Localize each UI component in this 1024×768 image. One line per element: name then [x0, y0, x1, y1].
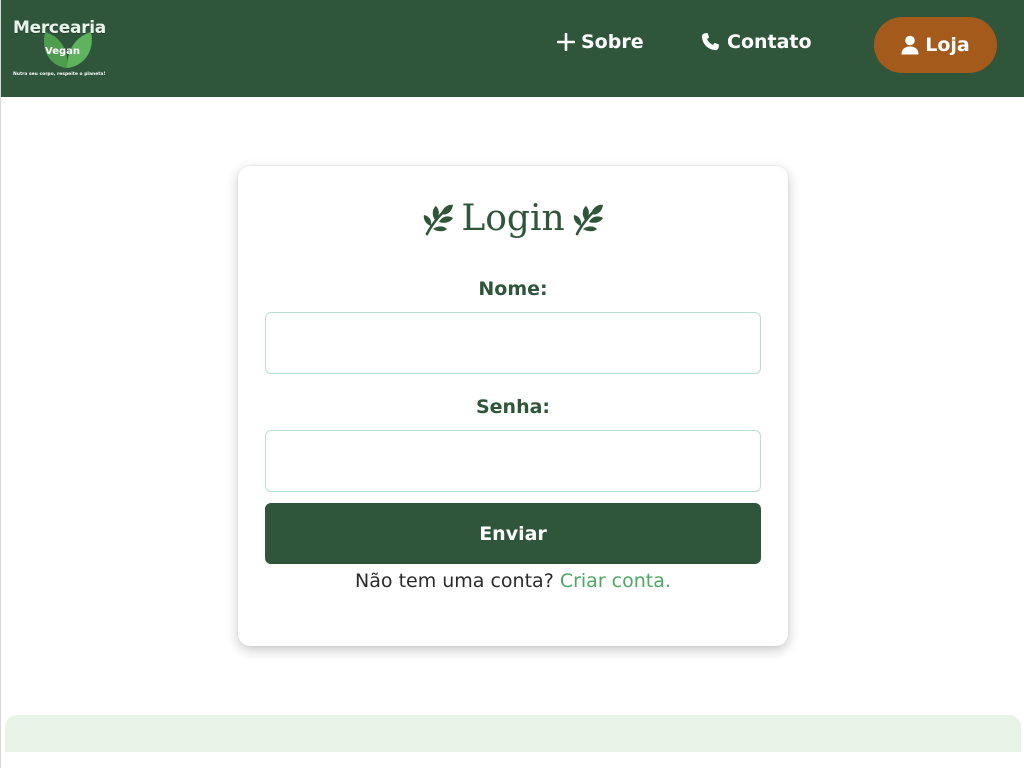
create-account-link[interactable]: Criar conta. [560, 570, 671, 592]
nav-sobre-link[interactable]: Sobre [557, 31, 644, 53]
logo-subtitle: Vegan [45, 46, 80, 57]
leaf-icon [571, 202, 605, 236]
phone-icon [699, 31, 721, 53]
login-title-row: Login [238, 198, 788, 239]
nav-loja-button[interactable]: Loja [874, 17, 997, 73]
logo-title: Mercearia [13, 18, 106, 38]
leaf-icon [421, 202, 455, 236]
nav-contato-label: Contato [727, 31, 812, 53]
senha-label: Senha: [475, 396, 551, 418]
top-navbar: Mercearia Vegan Nutra seu corpo, respeit… [1, 0, 1024, 97]
signup-prompt-text: Não tem uma conta? [355, 570, 554, 592]
logo[interactable]: Mercearia Vegan Nutra seu corpo, respeit… [13, 14, 123, 86]
login-card: Login Nome: Senha: Enviar Não tem uma co… [238, 166, 788, 646]
enviar-button[interactable]: Enviar [265, 503, 761, 564]
nome-input[interactable] [265, 312, 761, 374]
plus-icon [557, 33, 575, 51]
logo-tagline: Nutra seu corpo, respeite o planeta! [13, 72, 106, 77]
signup-prompt: Não tem uma conta? Criar conta. [238, 570, 788, 592]
login-title: Login [461, 198, 565, 239]
senha-input[interactable] [265, 430, 761, 492]
nav-loja-label: Loja [925, 34, 970, 56]
footer [5, 715, 1021, 755]
nav-contato-link[interactable]: Contato [699, 31, 812, 53]
user-icon [901, 35, 919, 55]
page-bottom [1, 752, 1024, 768]
nav-sobre-label: Sobre [581, 31, 644, 53]
nome-label: Nome: [478, 278, 548, 300]
